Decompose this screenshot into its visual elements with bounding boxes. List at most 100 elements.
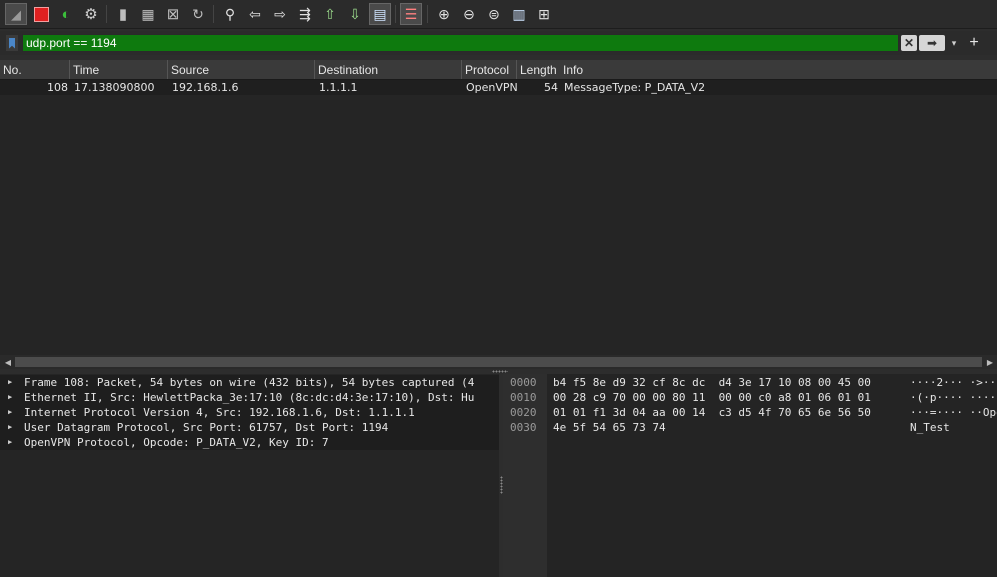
scrollbar-thumb[interactable] [15, 357, 982, 367]
zoom-out-icon: ⊖ [463, 6, 475, 22]
column-header-time[interactable]: Time [70, 60, 168, 79]
tree-item-openvpn[interactable]: ▶ OpenVPN Protocol, Opcode: P_DATA_V2, K… [0, 435, 499, 450]
column-header-info[interactable]: Info [560, 60, 997, 79]
bytes-offset: 0030 [510, 421, 537, 434]
go-to-packet-button[interactable]: ⇶ [294, 3, 316, 25]
save-file-icon: ▦ [141, 6, 155, 22]
bytes-row[interactable]: 0000 b4 f5 8e d9 32 cf 8c dc d4 3e 17 10… [503, 375, 997, 390]
add-filter-button-button[interactable]: + [966, 34, 982, 52]
first-packet-icon: ⇧ [324, 6, 336, 22]
arrow-right-icon: ➡ [926, 36, 938, 50]
zoom-out-button[interactable]: ⊖ [458, 3, 480, 25]
bytes-ascii[interactable]: ····2··· ·>····E· [910, 375, 997, 390]
go-to-packet-icon: ⇶ [299, 6, 311, 22]
arrow-left-icon: ◀ [4, 357, 12, 367]
bytes-row[interactable]: 0030 4e 5f 54 65 73 74 N_Test [503, 420, 997, 435]
bytes-offset: 0010 [510, 391, 537, 404]
restart-capture-button[interactable]: ◐ [55, 3, 77, 25]
resize-columns-button[interactable]: ▥ [508, 3, 530, 25]
start-capture-icon: ◢ [11, 6, 21, 22]
packet-source: 192.168.1.6 [172, 81, 239, 94]
column-header-no[interactable]: No. [0, 60, 70, 79]
packet-list-pane: No. Time Source Destination Protocol Len… [0, 60, 997, 355]
reload-file-button[interactable]: ↻ [187, 3, 209, 25]
zoom-in-button[interactable]: ⊕ [433, 3, 455, 25]
scroll-right-button[interactable]: ▶ [984, 356, 996, 368]
normal-size-icon: ⊜ [488, 6, 500, 22]
filter-bookmark-button[interactable] [6, 35, 18, 51]
autoscroll-button[interactable]: ▤ [369, 3, 391, 25]
bytes-ascii[interactable]: ···=···· ··OpenVP [910, 405, 997, 420]
tree-item-label: Ethernet II, Src: HewlettPacka_3e:17:10 … [24, 391, 475, 404]
bytes-offset: 0000 [510, 376, 537, 389]
bytes-ascii[interactable]: ·(·p···· ········ [910, 390, 997, 405]
packet-list-hscrollbar[interactable]: ◀ ▶ [0, 355, 997, 369]
expand-arrow-icon[interactable]: ▶ [8, 435, 16, 450]
go-forward-button[interactable]: ⇨ [269, 3, 291, 25]
capture-options-icon: ⚙ [84, 5, 98, 23]
expand-arrow-icon[interactable]: ▶ [8, 420, 16, 435]
start-capture-button[interactable]: ◢ [5, 3, 27, 25]
packet-info: MessageType: P_DATA_V2 [564, 81, 706, 94]
close-file-button[interactable]: ⊠ [162, 3, 184, 25]
tree-item-label: Frame 108: Packet, 54 bytes on wire (432… [24, 376, 475, 389]
find-packet-button[interactable]: ⚲ [219, 3, 241, 25]
tree-item-label: OpenVPN Protocol, Opcode: P_DATA_V2, Key… [24, 436, 329, 449]
expand-arrow-icon[interactable]: ▶ [8, 390, 16, 405]
plus-icon: + [969, 34, 979, 51]
stop-capture-icon [33, 6, 49, 22]
tree-item-frame[interactable]: ▶ Frame 108: Packet, 54 bytes on wire (4… [0, 375, 499, 390]
clear-filter-button[interactable]: ✕ [901, 35, 917, 51]
bytes-row[interactable]: 0010 00 28 c9 70 00 00 80 11 00 00 c0 a8… [503, 390, 997, 405]
open-file-icon: ▮ [118, 5, 128, 23]
apply-filter-button[interactable]: ➡ [919, 35, 945, 51]
save-file-button[interactable]: ▦ [137, 3, 159, 25]
filter-history-dropdown[interactable]: ▾ [947, 36, 961, 50]
toolbar-separator [106, 5, 107, 23]
bytes-hex[interactable]: 4e 5f 54 65 73 74 [553, 420, 666, 435]
toolbar-separator [427, 5, 428, 23]
column-header-destination[interactable]: Destination [315, 60, 462, 79]
tree-item-ethernet[interactable]: ▶ Ethernet II, Src: HewlettPacka_3e:17:1… [0, 390, 499, 405]
bytes-ascii[interactable]: N_Test [910, 420, 950, 435]
display-filter-input[interactable]: udp.port == 1194 [22, 34, 899, 52]
reload-file-icon: ↻ [192, 6, 204, 22]
expand-arrow-icon[interactable]: ▶ [8, 375, 16, 390]
go-back-icon: ⇦ [249, 6, 261, 22]
column-header-source[interactable]: Source [168, 60, 315, 79]
packet-length: 54 [544, 81, 558, 94]
open-file-button[interactable]: ▮ [112, 3, 134, 25]
packet-protocol: OpenVPN [466, 81, 518, 94]
first-packet-button[interactable]: ⇧ [319, 3, 341, 25]
packet-list-header: No. Time Source Destination Protocol Len… [0, 60, 997, 80]
packet-number: 108 [47, 81, 68, 94]
zoom-in-icon: ⊕ [438, 6, 450, 22]
last-packet-button[interactable]: ⇩ [344, 3, 366, 25]
restart-capture-icon: ◐ [61, 5, 71, 23]
display-filter-bar: udp.port == 1194 ✕ ➡ ▾ + [0, 31, 997, 55]
last-packet-icon: ⇩ [349, 6, 361, 22]
toolbar-separator [395, 5, 396, 23]
bytes-hex[interactable]: 00 28 c9 70 00 00 80 11 00 00 c0 a8 01 0… [553, 390, 871, 405]
packet-bytes-pane: 0000 b4 f5 8e d9 32 cf 8c dc d4 3e 17 10… [503, 374, 997, 577]
pane-splitter-handle[interactable] [492, 370, 508, 373]
bytes-hex[interactable]: b4 f5 8e d9 32 cf 8c dc d4 3e 17 10 08 0… [553, 375, 871, 390]
normal-size-button[interactable]: ⊜ [483, 3, 505, 25]
stop-capture-button[interactable] [30, 3, 52, 25]
tree-item-udp[interactable]: ▶ User Datagram Protocol, Src Port: 6175… [0, 420, 499, 435]
arrow-right-icon: ▶ [986, 357, 994, 367]
packet-row[interactable]: 108 17.138090800 192.168.1.6 1.1.1.1 Ope… [0, 80, 997, 95]
capture-options-button[interactable]: ⚙ [80, 3, 102, 25]
expand-subtrees-button[interactable]: ⊞ [533, 3, 555, 25]
go-back-button[interactable]: ⇦ [244, 3, 266, 25]
scroll-left-button[interactable]: ◀ [2, 356, 14, 368]
expand-arrow-icon[interactable]: ▶ [8, 405, 16, 420]
go-forward-icon: ⇨ [274, 6, 286, 22]
bytes-row[interactable]: 0020 01 01 f1 3d 04 aa 00 14 c3 d5 4f 70… [503, 405, 997, 420]
column-header-length[interactable]: Length [517, 60, 561, 79]
tree-item-ipv4[interactable]: ▶ Internet Protocol Version 4, Src: 192.… [0, 405, 499, 420]
bytes-hex[interactable]: 01 01 f1 3d 04 aa 00 14 c3 d5 4f 70 65 6… [553, 405, 871, 420]
bytes-offset: 0020 [510, 406, 537, 419]
column-header-protocol[interactable]: Protocol [462, 60, 517, 79]
colorize-button[interactable]: ☰ [400, 3, 422, 25]
